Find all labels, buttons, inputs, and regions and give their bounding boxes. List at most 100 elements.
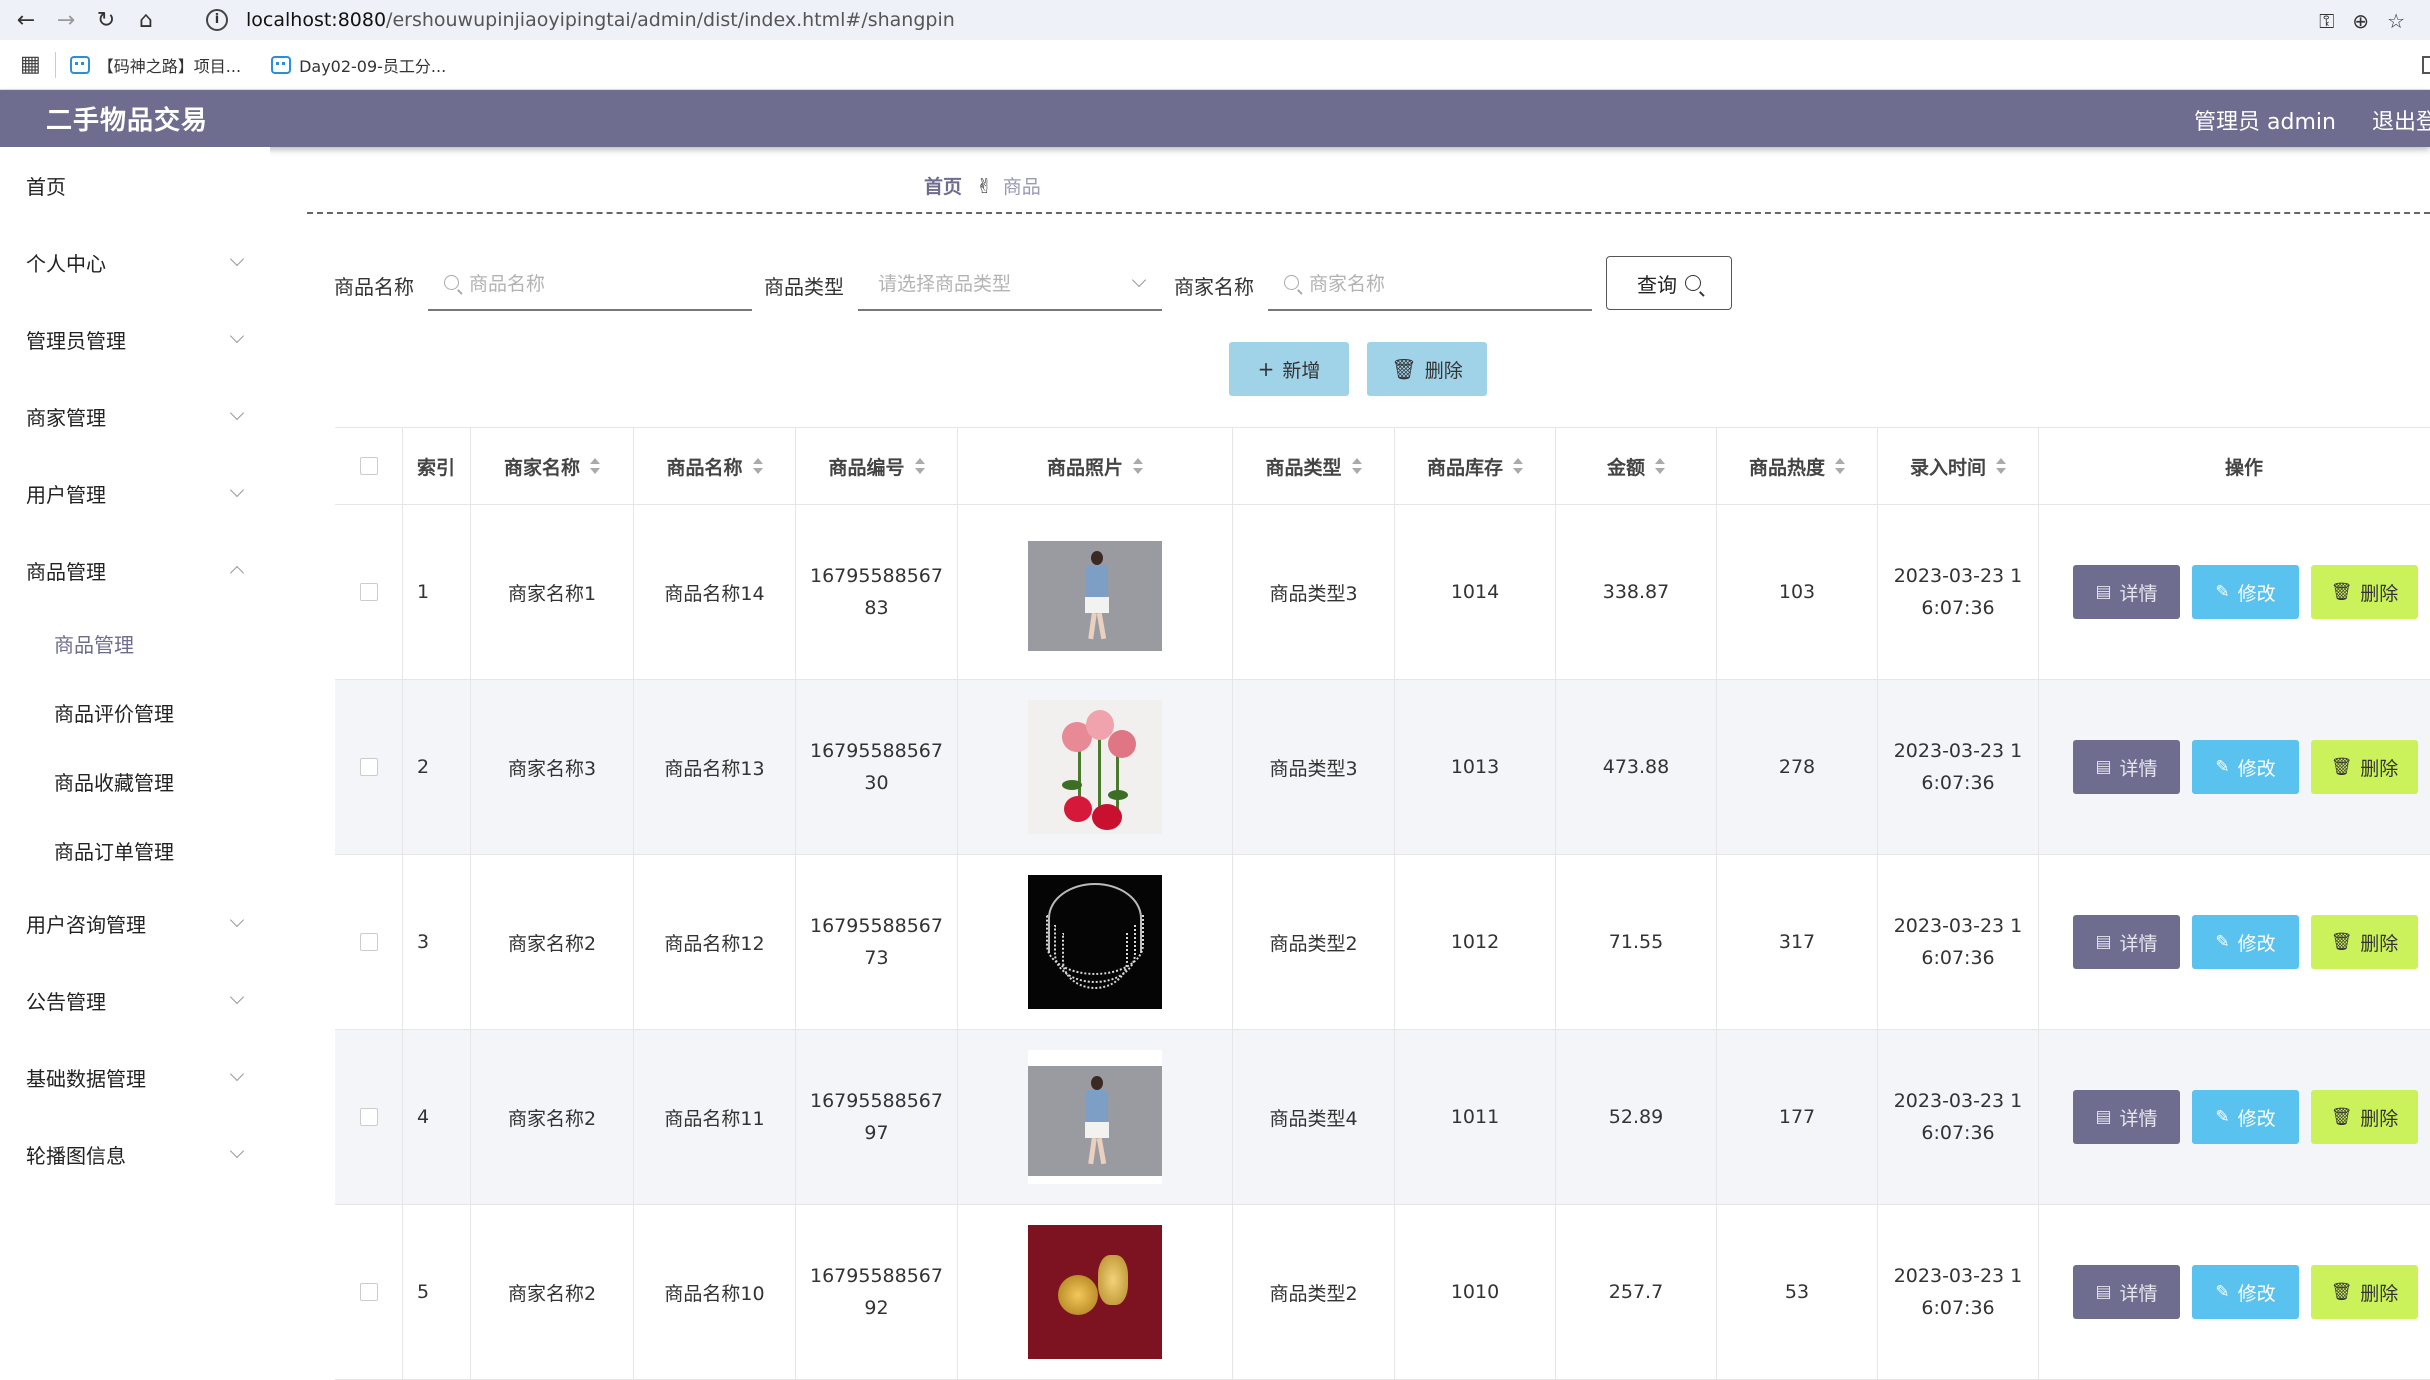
row-name: 商品名称10 — [664, 1282, 765, 1305]
select-all-checkbox[interactable] — [359, 457, 378, 475]
sidebar-item-product-management[interactable]: 商品管理 — [0, 532, 270, 609]
sidebar-item-user-management[interactable]: 用户管理 — [0, 455, 270, 532]
add-button[interactable]: + 新增 — [1229, 342, 1349, 396]
edit-button[interactable]: ✎ 修改 — [2192, 915, 2299, 969]
delete-button[interactable]: 🗑 删除 — [2311, 915, 2418, 969]
current-user: 管理员 admin — [2194, 110, 2336, 135]
bookmark-star-icon[interactable]: ☆ — [2387, 9, 2405, 33]
detail-label: 详情 — [2119, 1282, 2158, 1305]
sidebar-subitem-product-favorite[interactable]: 商品收藏管理 — [0, 747, 270, 816]
sort-icon[interactable] — [1513, 458, 1523, 474]
table-cell: 商品名称14 — [634, 505, 796, 679]
detail-button[interactable]: ▤ 详情 — [2073, 915, 2180, 969]
row-checkbox[interactable] — [359, 1108, 378, 1126]
row-type: 商品类型2 — [1269, 1282, 1358, 1305]
row-code: 1679558856730 — [810, 740, 943, 794]
product-name-input[interactable]: 商品名称 — [428, 255, 752, 311]
sidebar-item-base-data[interactable]: 基础数据管理 — [0, 1039, 270, 1116]
product-photo-woman[interactable] — [1028, 1050, 1162, 1184]
row-checkbox[interactable] — [359, 758, 378, 776]
sidebar-subitem-label: 商品收藏管理 — [54, 771, 174, 795]
sort-icon[interactable] — [590, 458, 600, 474]
sort-icon[interactable] — [1655, 458, 1665, 474]
sidebar-item-personal-center[interactable]: 个人中心 — [0, 224, 270, 301]
sort-icon[interactable] — [914, 458, 925, 474]
column-header-code[interactable]: 商品编号 — [796, 428, 958, 504]
row-type: 商品类型3 — [1269, 582, 1358, 605]
column-header-heat[interactable]: 商品热度 — [1717, 428, 1878, 504]
logout-link[interactable]: 退出登录 — [2372, 104, 2430, 136]
table-cell: 2 — [403, 680, 471, 854]
sort-icon[interactable] — [1351, 458, 1362, 474]
product-photo-necklace[interactable] — [1028, 875, 1162, 1009]
back-icon[interactable]: ← — [6, 0, 46, 40]
sidebar-item-notice[interactable]: 公告管理 — [0, 962, 270, 1039]
forward-icon[interactable]: → — [46, 0, 86, 40]
sidebar-item-user-consult[interactable]: 用户咨询管理 — [0, 885, 270, 962]
row-checkbox[interactable] — [359, 583, 378, 601]
detail-button[interactable]: ▤ 详情 — [2073, 1090, 2180, 1144]
apps-grid-icon[interactable]: ▦ — [20, 52, 41, 77]
column-header-merchant[interactable]: 商家名称 — [471, 428, 634, 504]
breadcrumb-home[interactable]: 首页 — [924, 172, 962, 199]
table-cell: 商家名称2 — [471, 855, 634, 1029]
product-photo-woman[interactable] — [1028, 525, 1162, 659]
table-cell — [958, 855, 1233, 1029]
sidebar-subitem-product-review[interactable]: 商品评价管理 — [0, 678, 270, 747]
url-text[interactable]: localhost:8080/ershouwupinjiaoyipingtai/… — [246, 9, 955, 31]
merchant-name-input[interactable]: 商家名称 — [1268, 255, 1592, 311]
detail-button[interactable]: ▤ 详情 — [2073, 1265, 2180, 1319]
sidebar-item-home[interactable]: 首页 — [0, 147, 270, 224]
sidebar-item-label: 用户咨询管理 — [26, 913, 146, 937]
edit-button[interactable]: ✎ 修改 — [2192, 1090, 2299, 1144]
site-info-icon[interactable]: i — [206, 9, 228, 31]
column-header-time[interactable]: 录入时间 — [1878, 428, 2039, 504]
bookmark-item-2[interactable]: Day02-09-员工分... — [271, 53, 446, 77]
sidebar-subitem-product[interactable]: 商品管理 — [0, 609, 270, 678]
product-type-select[interactable]: 请选择商品类型 — [858, 255, 1162, 311]
product-photo-gold[interactable] — [1028, 1225, 1162, 1359]
delete-button[interactable]: 🗑 删除 — [2311, 740, 2418, 794]
delete-button[interactable]: 🗑 删除 — [2311, 1090, 2418, 1144]
sidebar-item-admin-management[interactable]: 管理员管理 — [0, 301, 270, 378]
folder-icon[interactable] — [2422, 56, 2430, 74]
column-header-photo[interactable]: 商品照片 — [958, 428, 1233, 504]
chevron-down-icon — [229, 1066, 245, 1082]
detail-button[interactable]: ▤ 详情 — [2073, 565, 2180, 619]
sidebar-subitem-product-order[interactable]: 商品订单管理 — [0, 816, 270, 885]
column-header-name[interactable]: 商品名称 — [634, 428, 796, 504]
sort-icon[interactable] — [1996, 458, 2006, 474]
sidebar-item-label: 公告管理 — [26, 990, 106, 1014]
sort-icon[interactable] — [1835, 458, 1845, 474]
row-merchant: 商家名称2 — [507, 1107, 597, 1130]
detail-button[interactable]: ▤ 详情 — [2073, 740, 2180, 794]
sidebar-item-merchant-management[interactable]: 商家管理 — [0, 378, 270, 455]
row-checkbox[interactable] — [359, 1283, 378, 1301]
address-bar[interactable]: i localhost:8080/ershouwupinjiaoyipingta… — [194, 3, 2419, 37]
column-header-price[interactable]: 金额 — [1556, 428, 1717, 504]
reload-icon[interactable]: ↻ — [86, 0, 126, 40]
batch-delete-button[interactable]: 🗑 删除 — [1367, 342, 1487, 396]
delete-button[interactable]: 🗑 删除 — [2311, 565, 2418, 619]
row-type: 商品类型2 — [1269, 932, 1358, 955]
edit-button[interactable]: ✎ 修改 — [2192, 1265, 2299, 1319]
password-key-icon[interactable]: ⚿ — [2319, 9, 2334, 33]
column-header-stock[interactable]: 商品库存 — [1395, 428, 1556, 504]
sort-icon[interactable] — [1133, 458, 1143, 474]
table-cell: 1679558856773 — [796, 855, 958, 1029]
sort-icon[interactable] — [752, 458, 763, 474]
header-label: 索引 — [417, 456, 456, 479]
row-stock: 1011 — [1450, 1106, 1500, 1128]
column-header-type[interactable]: 商品类型 — [1233, 428, 1395, 504]
row-checkbox[interactable] — [359, 933, 378, 951]
edit-button[interactable]: ✎ 修改 — [2192, 565, 2299, 619]
delete-button[interactable]: 🗑 删除 — [2311, 1265, 2418, 1319]
edit-button[interactable]: ✎ 修改 — [2192, 740, 2299, 794]
query-button[interactable]: 查询 — [1606, 256, 1732, 310]
bookmark-item-1[interactable]: 【码神之路】项目... — [69, 53, 241, 77]
table-cell: 177 — [1717, 1030, 1878, 1204]
sidebar-item-carousel[interactable]: 轮播图信息 — [0, 1116, 270, 1193]
zoom-icon[interactable]: ⊕ — [2352, 9, 2369, 33]
product-photo-roses[interactable] — [1028, 700, 1162, 834]
home-icon[interactable]: ⌂ — [126, 0, 166, 40]
